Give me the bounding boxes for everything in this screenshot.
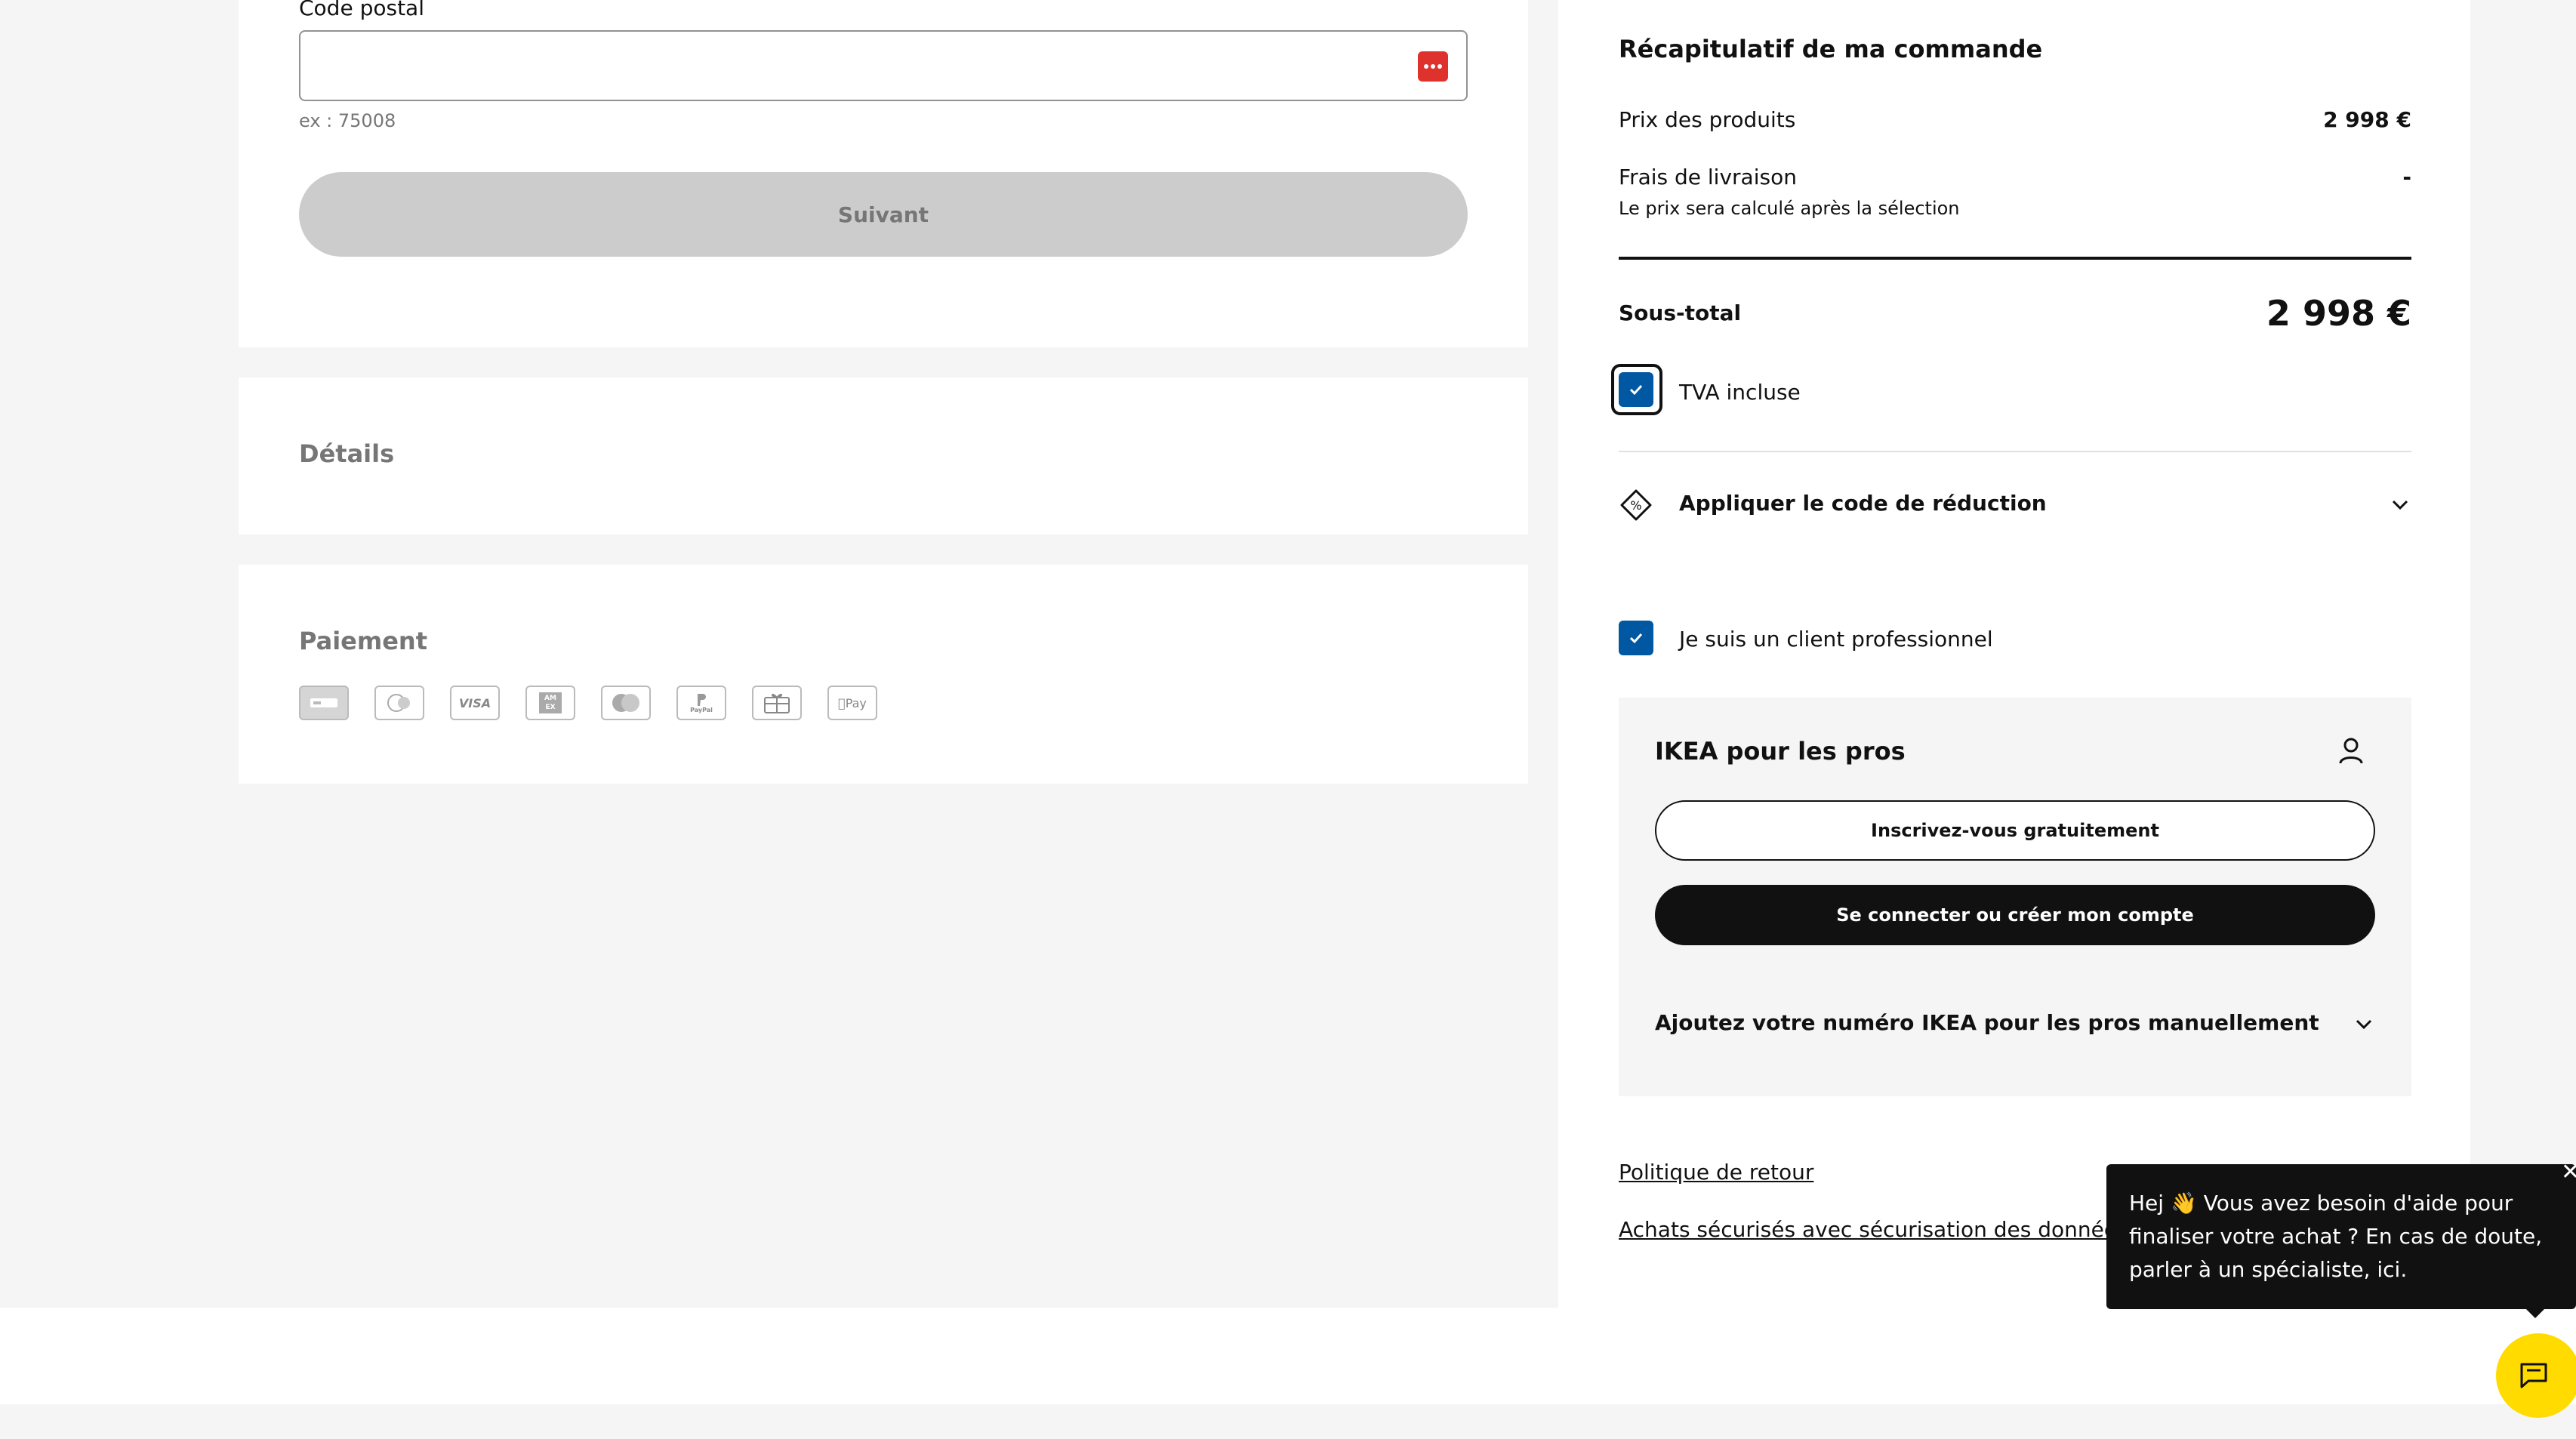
amex-icon: AM EX bbox=[525, 686, 575, 720]
details-title: Détails bbox=[299, 439, 395, 468]
apple-pay-icon: Pay bbox=[827, 686, 877, 720]
footer-dark-strip bbox=[0, 1404, 2576, 1439]
footer-band bbox=[0, 1308, 2576, 1404]
divider bbox=[1619, 451, 2411, 452]
postal-label: Code postal bbox=[299, 0, 424, 20]
paypal-icon: PayPal bbox=[676, 686, 726, 720]
manual-number-row[interactable]: Ajoutez votre numéro IKEA pour les pros … bbox=[1655, 1003, 2375, 1048]
register-button[interactable]: Inscrivez-vous gratuitement bbox=[1655, 800, 2375, 861]
subtotal-label: Sous-total bbox=[1619, 300, 1742, 325]
pro-panel: IKEA pour les pros Inscrivez-vous gratui… bbox=[1619, 698, 2411, 1096]
discount-label: Appliquer le code de réduction bbox=[1679, 491, 2047, 516]
gift-card-icon bbox=[374, 686, 424, 720]
products-value: 2 998 € bbox=[2323, 107, 2411, 132]
bank-card-icon bbox=[299, 686, 349, 720]
tag-icon: % bbox=[1620, 489, 1652, 521]
check-icon bbox=[1629, 633, 1643, 644]
chat-message: Hej 👋 Vous avez besoin d'aide pour final… bbox=[2129, 1191, 2543, 1282]
visa-icon: VISA bbox=[450, 686, 500, 720]
user-icon[interactable] bbox=[2336, 735, 2366, 766]
summary-panel bbox=[1558, 0, 2470, 1308]
tooltip-arrow bbox=[2526, 1309, 2544, 1318]
chevron-down-icon bbox=[2392, 500, 2408, 510]
products-label: Prix des produits bbox=[1619, 107, 1796, 132]
amex-text: AM EX bbox=[544, 695, 556, 711]
shipping-value: - bbox=[2402, 165, 2411, 190]
ikea-card-icon bbox=[752, 686, 802, 720]
login-button[interactable]: Se connecter ou créer mon compte bbox=[1655, 885, 2375, 945]
summary-title: Récapitulatif de ma commande bbox=[1619, 35, 2043, 63]
postal-input[interactable] bbox=[299, 30, 1468, 101]
discount-row[interactable]: % Appliquer le code de réduction bbox=[1619, 480, 2411, 530]
chat-icon bbox=[2520, 1363, 2547, 1388]
return-policy-link[interactable]: Politique de retour bbox=[1619, 1160, 1813, 1185]
password-manager-icon[interactable] bbox=[1418, 51, 1448, 82]
vat-checkbox[interactable] bbox=[1619, 372, 1653, 407]
close-icon[interactable]: ✕ bbox=[2561, 1161, 2576, 1184]
amex-box: AM EX bbox=[539, 692, 562, 713]
subtotal-divider bbox=[1619, 257, 2411, 260]
secure-purchase-link[interactable]: Achats sécurisés avec sécurisation des d… bbox=[1619, 1217, 2148, 1242]
postal-card: Code postal ex : 75008 Suivant bbox=[239, 0, 1528, 347]
mastercard-icon bbox=[601, 686, 651, 720]
pro-panel-title: IKEA pour les pros bbox=[1655, 737, 1906, 766]
payment-card[interactable]: Paiement bbox=[239, 565, 1528, 784]
visa-text: VISA bbox=[458, 695, 491, 710]
next-button[interactable]: Suivant bbox=[299, 172, 1468, 257]
svg-text:%: % bbox=[1630, 498, 1641, 513]
applepay-text: Pay bbox=[838, 695, 867, 710]
paypal-text: PayPal bbox=[690, 706, 713, 713]
chat-button[interactable] bbox=[2496, 1333, 2576, 1418]
chevron-down-icon bbox=[2356, 1019, 2372, 1030]
details-card[interactable]: Détails bbox=[239, 377, 1528, 535]
shipping-label: Frais de livraison bbox=[1619, 165, 1797, 190]
check-icon bbox=[1629, 384, 1643, 396]
pro-checkbox[interactable] bbox=[1619, 621, 1653, 655]
payment-title: Paiement bbox=[299, 627, 427, 655]
chat-tooltip[interactable]: Hej 👋 Vous avez besoin d'aide pour final… bbox=[2106, 1161, 2576, 1318]
manual-number-label: Ajoutez votre numéro IKEA pour les pros … bbox=[1655, 1010, 2319, 1035]
postal-hint: ex : 75008 bbox=[299, 110, 396, 131]
vat-label: TVA incluse bbox=[1679, 380, 1801, 405]
subtotal-value: 2 998 € bbox=[2266, 293, 2411, 334]
pro-label: Je suis un client professionnel bbox=[1679, 627, 1993, 652]
shipping-note: Le prix sera calculé après la sélection bbox=[1619, 198, 1960, 219]
